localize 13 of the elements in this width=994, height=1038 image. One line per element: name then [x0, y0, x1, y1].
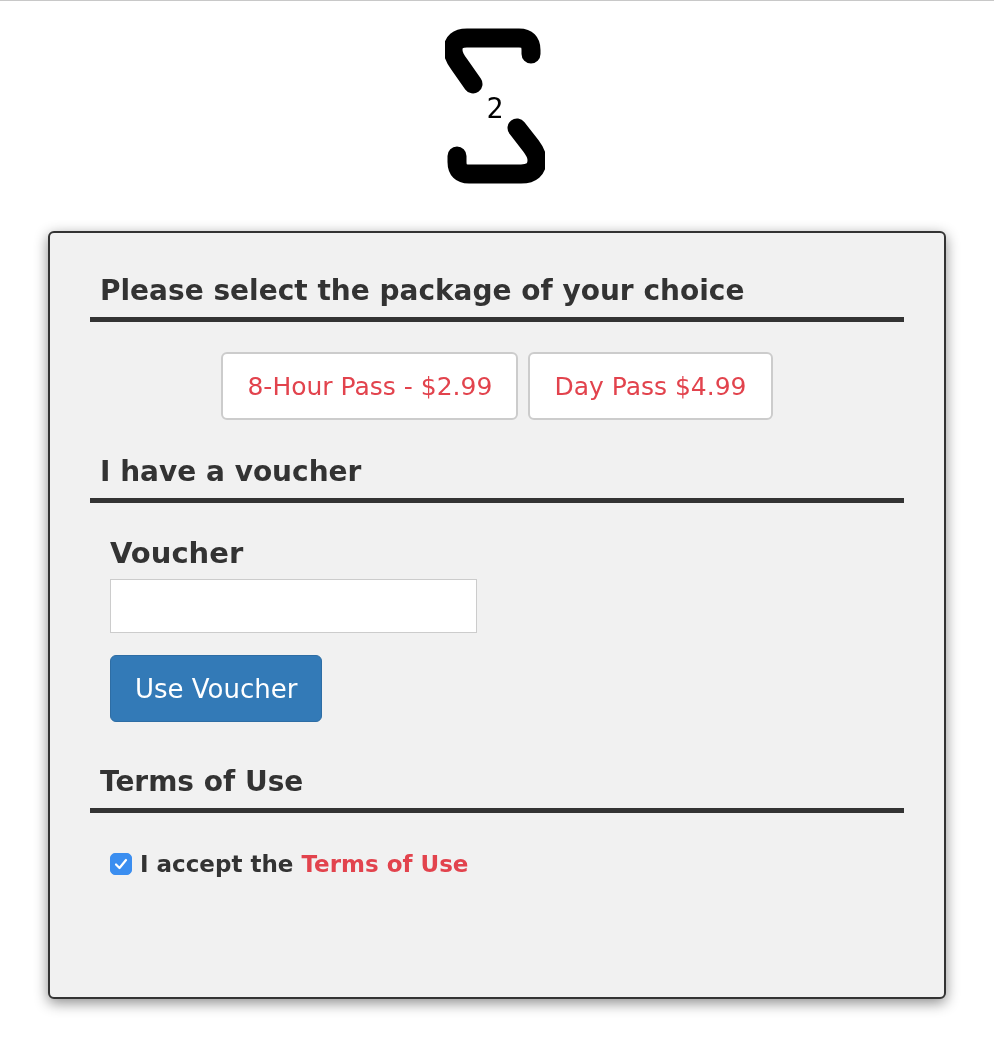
- package-button[interactable]: 8-Hour Pass - $2.99: [221, 352, 519, 420]
- section-heading: Please select the package of your choice: [100, 273, 746, 309]
- use-voucher-button[interactable]: Use Voucher: [110, 655, 323, 722]
- checkmark-icon: [113, 856, 129, 872]
- checkbox[interactable]: [110, 853, 132, 875]
- voucher-field[interactable]: [110, 579, 477, 633]
- package-button[interactable]: Day Pass $4.99: [528, 352, 773, 420]
- section-heading: I have a voucher: [100, 454, 363, 490]
- logo-text: 2: [486, 92, 504, 125]
- voucher-label: Voucher: [110, 535, 244, 572]
- section-heading: Terms of Use: [100, 764, 305, 800]
- terms-link[interactable]: Terms of Use: [301, 851, 469, 877]
- terms-sentence: I accept the Terms of Use: [140, 851, 469, 877]
